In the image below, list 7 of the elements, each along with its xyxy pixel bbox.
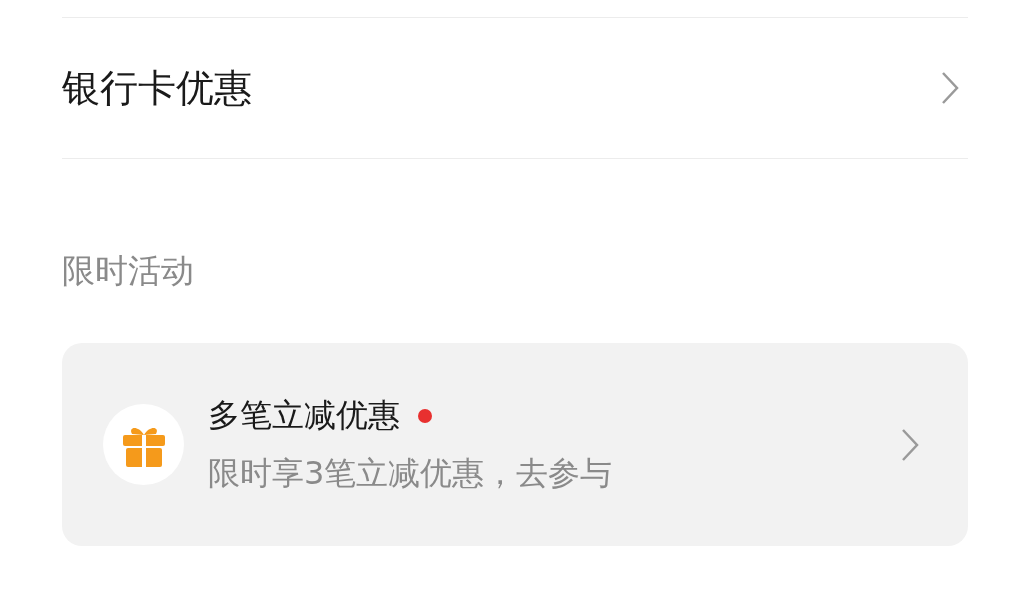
activity-title: 多笔立减优惠 <box>208 394 400 436</box>
activity-subtitle: 限时享3笔立减优惠，去参与 <box>208 452 613 494</box>
chevron-right-icon <box>940 70 960 106</box>
row-label: 银行卡优惠 <box>62 64 252 112</box>
bank-card-row[interactable]: 银行卡优惠 <box>62 18 968 158</box>
activity-card[interactable]: 多笔立减优惠 限时享3笔立减优惠，去参与 <box>62 343 968 546</box>
section-title: 限时活动 <box>62 251 195 291</box>
